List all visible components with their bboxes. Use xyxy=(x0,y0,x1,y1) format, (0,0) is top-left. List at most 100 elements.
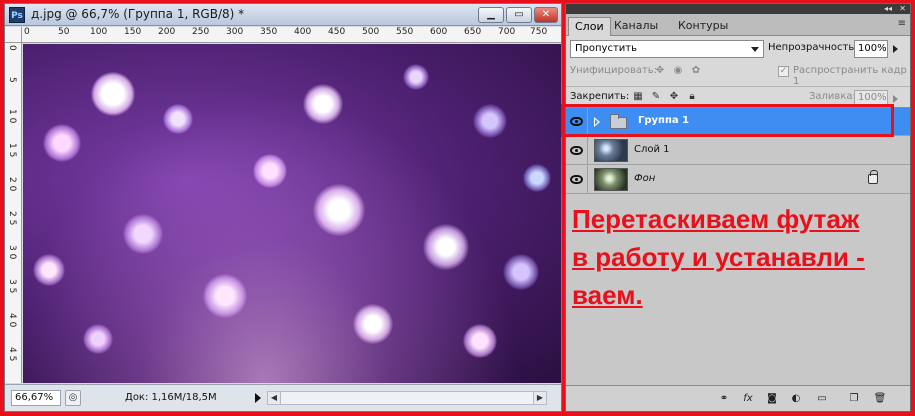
lock-all-icon[interactable]: 🔒︎ xyxy=(686,91,698,103)
ruler-label: 100 xyxy=(90,27,108,37)
ruler-label: 5 xyxy=(7,77,17,83)
link-icon[interactable]: ⚭ xyxy=(716,391,732,406)
bokeh-light xyxy=(463,324,497,358)
opacity-field[interactable]: 100% xyxy=(854,40,888,58)
new-layer-icon[interactable]: ❐ xyxy=(846,391,862,406)
ruler-label: 550 xyxy=(396,27,414,37)
lock-label: Закрепить: xyxy=(570,91,630,102)
panel-menu-icon[interactable]: ≡ xyxy=(898,18,906,29)
ruler-label: 350 xyxy=(260,27,278,37)
bokeh-light xyxy=(43,124,81,162)
ruler-label: 50 xyxy=(58,27,70,37)
panel-close-icon[interactable]: ✕ xyxy=(899,4,906,14)
collapse-icon[interactable]: ◂◂ xyxy=(884,4,892,14)
layer-name: Фон xyxy=(634,173,656,184)
photoshop-icon: Ps xyxy=(9,7,25,23)
tab-paths[interactable]: Контуры xyxy=(672,17,734,36)
bokeh-light xyxy=(403,64,429,90)
image-canvas[interactable] xyxy=(23,44,561,383)
lock-row: Закрепить: ▦ ✎ ✥ 🔒︎ Заливка: 100% xyxy=(566,86,910,106)
tab-layers[interactable]: Слои xyxy=(568,17,611,36)
unify-style-icon[interactable]: ✿ xyxy=(690,65,702,77)
zoom-field[interactable]: 66,67% xyxy=(11,390,61,406)
ruler-vertical[interactable]: 0 5 1 0 1 5 2 0 2 5 3 0 3 5 4 0 4 5 xyxy=(5,43,22,383)
fx-icon[interactable]: fx xyxy=(740,391,756,406)
ruler-label: 400 xyxy=(294,27,312,37)
blend-mode-select[interactable]: Пропустить xyxy=(570,40,764,58)
lock-brush-icon[interactable]: ✎ xyxy=(650,91,662,103)
blend-mode-value: Пропустить xyxy=(575,43,637,54)
document-statusbar: 66,67% ◎ Док: 1,16M/18,5M ◀ ▶ xyxy=(5,384,561,411)
document-titlebar[interactable]: Ps д.jpg @ 66,7% (Группа 1, RGB/8) * ▁ ▭… xyxy=(5,4,561,26)
close-button[interactable]: ✕ xyxy=(534,7,558,23)
scroll-left-icon[interactable]: ◀ xyxy=(267,391,281,405)
ruler-label: 0 xyxy=(24,27,30,37)
annotation-line: ваем. xyxy=(572,280,643,310)
lock-move-icon[interactable]: ✥ xyxy=(668,91,680,103)
minimize-button[interactable]: ▁ xyxy=(478,7,504,23)
document-size: Док: 1,16M/18,5M xyxy=(125,392,217,403)
bokeh-light xyxy=(423,224,469,270)
ruler-horizontal[interactable]: 0 50 100 150 200 250 300 350 400 450 500… xyxy=(22,27,561,43)
bokeh-light xyxy=(203,274,247,318)
layer-thumbnail xyxy=(594,168,628,191)
document-title: д.jpg @ 66,7% (Группа 1, RGB/8) * xyxy=(31,7,245,21)
chevron-down-icon xyxy=(751,47,759,52)
ruler-label: 250 xyxy=(192,27,210,37)
ruler-label: 4 0 xyxy=(7,313,17,328)
folder-icon[interactable]: ▭ xyxy=(814,391,830,406)
restore-button[interactable]: ▭ xyxy=(506,7,532,23)
eye-icon xyxy=(570,175,583,184)
bokeh-light xyxy=(303,84,343,124)
trash-icon[interactable]: 🗑︎ xyxy=(872,391,888,406)
scroll-right-icon[interactable]: ▶ xyxy=(533,391,547,405)
ruler-label: 3 0 xyxy=(7,245,17,260)
ruler-label: 750 xyxy=(530,27,548,37)
horizontal-scrollbar[interactable]: ◀ ▶ xyxy=(267,391,547,405)
ruler-label: 700 xyxy=(498,27,516,37)
bokeh-light xyxy=(253,154,287,188)
panel-tabs: Слои Каналы Контуры ≡ xyxy=(566,14,910,36)
annotation-line: в работу и устанавли - xyxy=(572,242,865,272)
bokeh-light xyxy=(503,254,539,290)
bokeh-light xyxy=(163,104,193,134)
eye-icon xyxy=(570,146,583,155)
mask-icon[interactable]: ◙ xyxy=(764,391,780,406)
bokeh-light xyxy=(473,104,507,138)
adjustment-icon[interactable]: ◐ xyxy=(788,391,804,406)
opacity-slider-icon[interactable] xyxy=(893,45,898,53)
unify-position-icon[interactable]: ✥ xyxy=(654,65,666,77)
ruler-label: 450 xyxy=(328,27,346,37)
layer-row[interactable]: Слой 1 xyxy=(566,137,910,165)
layer-name: Слой 1 xyxy=(634,144,670,155)
visibility-toggle[interactable] xyxy=(566,137,588,165)
ruler-label: 500 xyxy=(362,27,380,37)
ruler-label: 1 5 xyxy=(7,143,17,158)
ruler-label: 200 xyxy=(158,27,176,37)
ruler-label: 1 0 xyxy=(7,109,17,124)
layer-thumbnail xyxy=(594,139,628,162)
ruler-label: 2 5 xyxy=(7,211,17,226)
unify-label: Унифицировать: xyxy=(570,65,658,76)
ruler-label: 600 xyxy=(430,27,448,37)
status-menu-arrow-icon[interactable] xyxy=(255,393,261,403)
fill-slider-icon[interactable] xyxy=(893,95,898,103)
unify-row: Унифицировать: ✥ ◉ ✿ ✓ Распространить ка… xyxy=(566,62,910,87)
document-info-icon[interactable]: ◎ xyxy=(65,390,81,406)
bokeh-light xyxy=(83,324,113,354)
ruler-label: 4 5 xyxy=(7,347,17,362)
bokeh-light xyxy=(313,184,365,236)
bokeh-light xyxy=(33,254,65,286)
lock-transparency-icon[interactable]: ▦ xyxy=(632,91,644,103)
ruler-label: 150 xyxy=(124,27,142,37)
annotation-text: Перетаскиваем футаж в работу и устанавли… xyxy=(572,200,902,314)
unify-visibility-icon[interactable]: ◉ xyxy=(672,65,684,77)
propagate-checkbox[interactable]: ✓ xyxy=(778,66,789,77)
propagate-label: Распространить кадр 1 xyxy=(793,65,907,87)
bokeh-light xyxy=(523,164,551,192)
layers-footer: ⚭ fx ◙ ◐ ▭ ❐ 🗑︎ xyxy=(566,385,910,411)
tab-channels[interactable]: Каналы xyxy=(608,17,664,36)
visibility-toggle[interactable] xyxy=(566,166,588,194)
layer-row-background[interactable]: Фон xyxy=(566,166,910,194)
ruler-label: 2 0 xyxy=(7,177,17,192)
